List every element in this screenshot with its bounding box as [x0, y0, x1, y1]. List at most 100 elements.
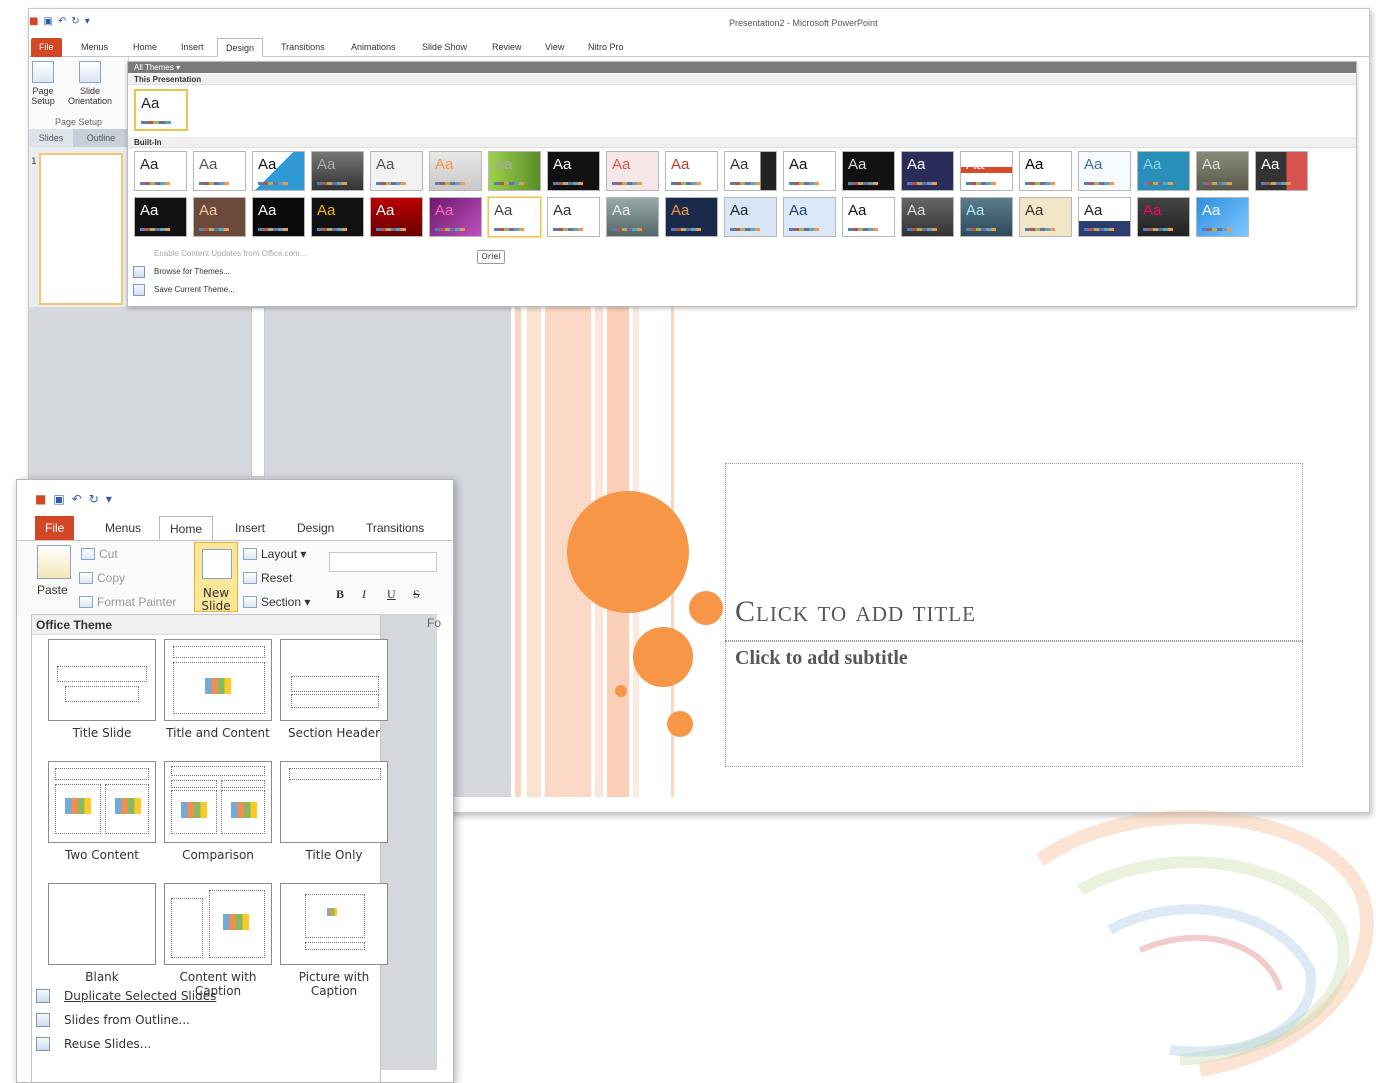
- tab-animations[interactable]: Animations: [343, 38, 404, 57]
- theme-thumbnail[interactable]: Aa: [1196, 197, 1249, 237]
- slide-orientation-button[interactable]: Slide Orientation: [61, 61, 119, 106]
- theme-current-office[interactable]: Aa: [134, 89, 188, 131]
- redo-icon[interactable]: ↻: [71, 16, 79, 27]
- underline-button[interactable]: U: [387, 587, 396, 602]
- bold-button[interactable]: B: [336, 587, 344, 602]
- tab-insert[interactable]: Insert: [173, 38, 212, 57]
- theme-thumbnail[interactable]: Aa: [311, 197, 364, 237]
- theme-thumbnail[interactable]: Aa: [1019, 151, 1072, 191]
- tab-home[interactable]: Home: [159, 516, 214, 540]
- tab-nitro-pro[interactable]: Nitro Pro: [580, 38, 632, 57]
- theme-thumbnail[interactable]: Aa: [1255, 151, 1308, 191]
- page-setup-button[interactable]: Page Setup: [29, 61, 57, 106]
- powerpoint-app-icon[interactable]: ■: [35, 492, 46, 506]
- font-name-box[interactable]: [329, 552, 437, 572]
- tab-home[interactable]: Home: [125, 38, 165, 57]
- theme-thumbnail[interactable]: Aa: [606, 197, 659, 237]
- tab-view[interactable]: View: [537, 38, 572, 57]
- theme-thumbnail[interactable]: Aa: [193, 197, 246, 237]
- paste-icon[interactable]: [37, 545, 71, 579]
- tab-insert[interactable]: Insert: [225, 516, 275, 540]
- duplicate-selected-slides-item[interactable]: Duplicate Selected Slides: [32, 985, 382, 1007]
- new-slide-button[interactable]: New Slide: [194, 542, 238, 613]
- theme-thumbnail[interactable]: Aa: [134, 197, 187, 237]
- layout-picture-with-caption[interactable]: Picture with Caption: [280, 883, 388, 998]
- layout-title-only[interactable]: Title Only: [280, 761, 388, 862]
- strikethrough-button[interactable]: S: [413, 587, 420, 602]
- theme-thumbnail[interactable]: Aa: [488, 151, 541, 191]
- tab-file[interactable]: File: [35, 516, 75, 540]
- layout-content-with-caption[interactable]: Content with Caption: [164, 883, 272, 998]
- theme-thumbnail[interactable]: Aa: [547, 197, 600, 237]
- theme-thumbnail[interactable]: Aa: [547, 151, 600, 191]
- tab-slide-show[interactable]: Slide Show: [414, 38, 475, 57]
- theme-thumbnail[interactable]: Aa: [429, 197, 482, 237]
- slide-canvas[interactable]: Click to add title Click to add subtitle: [511, 307, 1369, 797]
- copy-button[interactable]: Copy: [79, 571, 125, 585]
- save-current-theme-item[interactable]: Save Current Theme...: [128, 282, 528, 298]
- theme-thumbnail[interactable]: Aa: [1137, 197, 1190, 237]
- theme-thumbnail[interactable]: Aa: [134, 151, 187, 191]
- theme-thumbnail[interactable]: Aa: [901, 197, 954, 237]
- paste-button-label[interactable]: Paste: [37, 583, 68, 597]
- layout-title-and-content[interactable]: Title and Content: [164, 639, 272, 740]
- customize-qat-icon[interactable]: ▾: [106, 492, 112, 506]
- undo-icon[interactable]: ↶: [72, 492, 82, 506]
- layout-comparison[interactable]: Comparison: [164, 761, 272, 862]
- theme-thumbnail[interactable]: Aa: [665, 197, 718, 237]
- section-button[interactable]: Section ▾: [243, 595, 310, 609]
- tab-slides[interactable]: Slides: [29, 129, 73, 147]
- layout-two-content[interactable]: Two Content: [48, 761, 156, 862]
- theme-thumbnail[interactable]: Aa: [252, 197, 305, 237]
- undo-icon[interactable]: ↶: [58, 16, 66, 27]
- tab-transitions[interactable]: Transitions: [356, 516, 434, 540]
- theme-thumbnail[interactable]: Aa: [606, 151, 659, 191]
- cut-button[interactable]: Cut: [81, 547, 118, 561]
- theme-thumbnail[interactable]: Aa: [960, 151, 1013, 191]
- format-painter-button[interactable]: Format Painter: [79, 595, 176, 609]
- redo-icon[interactable]: ↻: [89, 492, 99, 506]
- slides-from-outline-item[interactable]: Slides from Outline...: [32, 1009, 382, 1031]
- italic-button[interactable]: I: [362, 587, 366, 602]
- theme-thumbnail[interactable]: Aa: [429, 151, 482, 191]
- tab-transitions[interactable]: Transitions: [273, 38, 333, 57]
- tab-design[interactable]: Design: [217, 38, 264, 57]
- theme-thumbnail[interactable]: Aa: [1196, 151, 1249, 191]
- theme-thumbnail[interactable]: Aa: [901, 151, 954, 191]
- all-themes-filter[interactable]: All Themes ▾: [128, 62, 1356, 73]
- slide-thumbnail[interactable]: [39, 153, 123, 305]
- theme-thumbnail[interactable]: Aa: [1019, 197, 1072, 237]
- theme-thumbnail[interactable]: Aa: [960, 197, 1013, 237]
- theme-thumbnail[interactable]: Aa: [842, 151, 895, 191]
- theme-thumbnail[interactable]: Aa: [783, 151, 836, 191]
- theme-thumbnail[interactable]: Aa: [1078, 197, 1131, 237]
- theme-thumbnail[interactable]: Aa: [1078, 151, 1131, 191]
- browse-for-themes-item[interactable]: Browse for Themes...: [128, 264, 528, 280]
- layout-section-header[interactable]: Section Header: [280, 639, 388, 740]
- customize-qat-icon[interactable]: ▾: [85, 16, 90, 27]
- theme-thumbnail[interactable]: Aa: [724, 197, 777, 237]
- theme-thumbnail[interactable]: Aa: [665, 151, 718, 191]
- theme-thumbnail[interactable]: Aa: [252, 151, 305, 191]
- tab-design[interactable]: Design: [287, 516, 344, 540]
- reuse-slides-item[interactable]: Reuse Slides...: [32, 1033, 382, 1055]
- theme-thumbnail[interactable]: Aa: [370, 151, 423, 191]
- tab-outline[interactable]: Outline: [73, 129, 129, 147]
- theme-thumbnail[interactable]: Aa: [842, 197, 895, 237]
- layout-blank[interactable]: Blank: [48, 883, 156, 984]
- theme-thumbnail[interactable]: Aa: [370, 197, 423, 237]
- layout-title-slide[interactable]: Title Slide: [48, 639, 156, 740]
- theme-thumbnail[interactable]: Aa: [193, 151, 246, 191]
- tab-review[interactable]: Review: [484, 38, 530, 57]
- theme-thumbnail[interactable]: Aa: [724, 151, 777, 191]
- powerpoint-app-icon[interactable]: ■: [29, 16, 38, 27]
- tab-menus[interactable]: Menus: [95, 516, 151, 540]
- reset-button[interactable]: Reset: [243, 571, 292, 585]
- save-icon[interactable]: ▣: [43, 16, 52, 27]
- theme-thumbnail[interactable]: Aa: [488, 197, 541, 237]
- save-icon[interactable]: ▣: [53, 492, 64, 506]
- layout-button[interactable]: Layout ▾: [243, 547, 306, 561]
- theme-thumbnail[interactable]: Aa: [311, 151, 364, 191]
- tab-menus[interactable]: Menus: [73, 38, 116, 57]
- theme-thumbnail[interactable]: Aa: [1137, 151, 1190, 191]
